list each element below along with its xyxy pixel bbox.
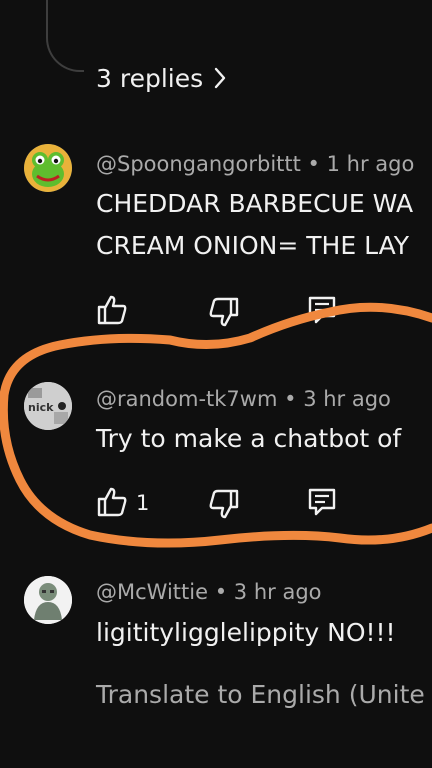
comment-text-line: ligitityligglelippity NO!!! <box>96 618 396 647</box>
dislike-button[interactable] <box>204 292 244 332</box>
comment-meta: @McWittie • 3 hr ago <box>96 580 322 604</box>
statue-avatar-icon <box>24 576 72 624</box>
comment-time: 1 hr ago <box>326 152 415 176</box>
avatar-text: nick <box>28 401 54 414</box>
thread-connector-line <box>46 0 84 72</box>
comment-text-line: CREAM ONION= THE LAY <box>96 231 410 260</box>
thumbs-down-icon <box>209 297 239 327</box>
kermit-avatar-icon <box>24 144 72 192</box>
avatar[interactable]: nick <box>24 382 72 430</box>
comment-meta: @random-tk7wm • 3 hr ago <box>96 387 391 411</box>
reply-button[interactable] <box>302 290 342 330</box>
author-name[interactable]: @McWittie <box>96 580 208 604</box>
thumbs-down-icon <box>209 489 239 519</box>
like-button[interactable] <box>92 482 132 522</box>
comment-text-line: Try to make a chatbot of <box>96 424 402 453</box>
chevron-right-icon <box>214 67 226 89</box>
reply-button[interactable] <box>302 482 342 522</box>
separator: • <box>214 580 228 604</box>
translate-button[interactable]: Translate to English (Unite <box>96 680 425 709</box>
thumbs-up-icon <box>97 487 127 517</box>
reply-comment-icon <box>308 296 336 324</box>
thumbs-up-icon <box>97 295 127 325</box>
reply-comment-icon <box>308 488 336 516</box>
like-button[interactable] <box>92 290 132 330</box>
author-name[interactable]: @Spoongangorbittt <box>96 152 301 176</box>
avatar[interactable] <box>24 144 72 192</box>
comment-text-line: CHEDDAR BARBECUE WA <box>96 189 414 218</box>
dislike-button[interactable] <box>204 484 244 524</box>
avatar[interactable] <box>24 576 72 624</box>
profile-image-icon: nick <box>24 382 72 430</box>
replies-label: 3 replies <box>96 63 204 93</box>
comment-time: 3 hr ago <box>303 387 391 411</box>
comment-meta: @Spoongangorbittt • 1 hr ago <box>96 152 414 176</box>
author-name[interactable]: @random-tk7wm <box>96 387 277 411</box>
separator: • <box>284 387 297 411</box>
separator: • <box>307 152 320 176</box>
view-replies-button[interactable]: 3 replies <box>96 58 227 98</box>
like-count: 1 <box>136 491 150 515</box>
comment-time: 3 hr ago <box>233 580 322 604</box>
